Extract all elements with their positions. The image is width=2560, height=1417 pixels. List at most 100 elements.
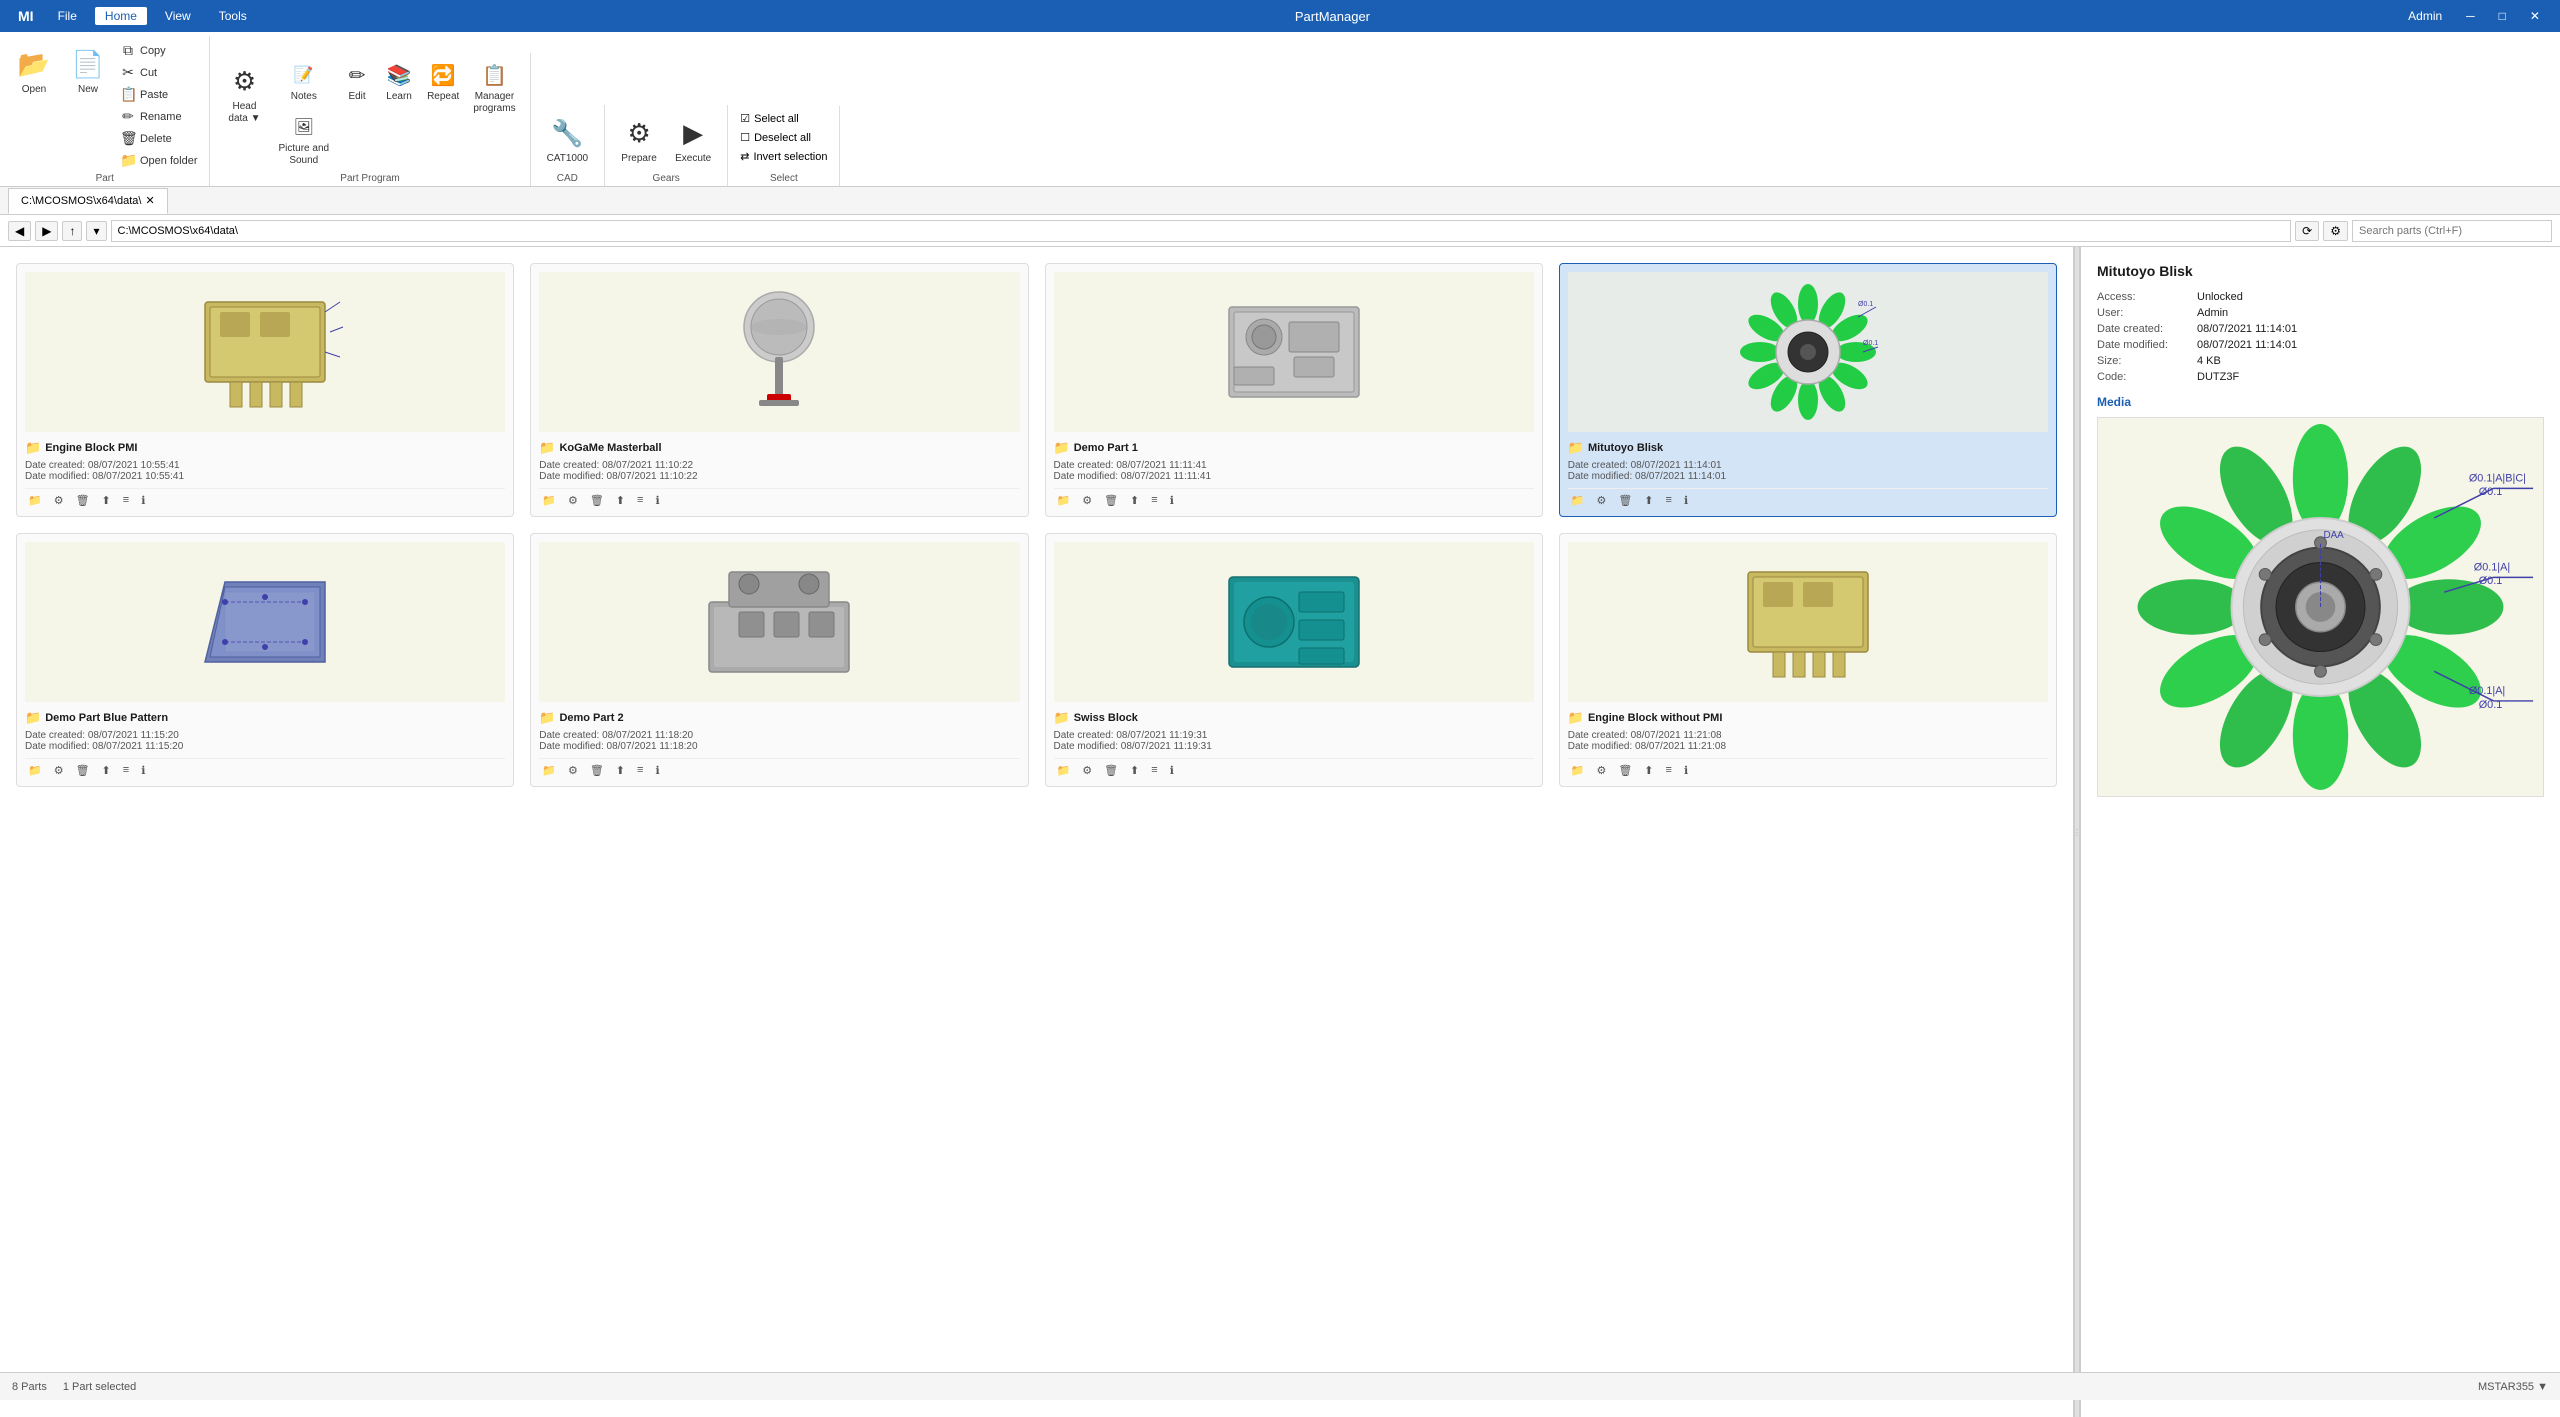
action-delete[interactable]: 🗑 [73,493,93,508]
part-card-mitutoyo-blisk[interactable]: Ø0.1 Ø0.1 📁 Mitutoyo Blisk Date created:… [1559,263,2057,517]
back-button[interactable]: ◀ [8,221,31,241]
action-settings[interactable]: ⚙ [51,493,67,508]
action-delete-d2[interactable]: 🗑 [587,763,607,778]
action-info-mb[interactable]: ℹ [652,493,662,508]
paste-button[interactable]: 📋 Paste [116,84,201,105]
version-label[interactable]: MSTAR355 ▼ [2478,1381,2548,1393]
current-tab[interactable]: C:\MCOSMOS\x64\data\ ✕ [8,188,168,214]
copy-button[interactable]: ⧉ Copy [116,40,201,61]
action-delete-e2[interactable]: 🗑 [1615,763,1635,778]
open-button[interactable]: 📂 Open [8,40,60,102]
action-folder-d1[interactable]: 📁 [1054,493,1074,508]
action-folder-mb[interactable]: 📁 [539,493,559,508]
action-info[interactable]: ℹ [138,493,148,508]
action-info-bl[interactable]: ℹ [1681,493,1691,508]
action-settings-d2[interactable]: ⚙ [565,763,581,778]
forward-button[interactable]: ▶ [35,221,58,241]
action-folder-bl[interactable]: 📁 [1568,493,1588,508]
deselect-all-icon: ☐ [740,131,750,144]
action-export-d2[interactable]: ⬆ [613,763,628,778]
action-settings-mb[interactable]: ⚙ [565,493,581,508]
action-export-mb[interactable]: ⬆ [613,493,628,508]
part-card-engine-without-pmi[interactable]: 📁 Engine Block without PMI Date created:… [1559,533,2057,787]
action-export-bp[interactable]: ⬆ [99,763,114,778]
action-export-bl[interactable]: ⬆ [1641,493,1656,508]
menu-tools[interactable]: Tools [209,7,257,25]
action-delete-mb[interactable]: 🗑 [587,493,607,508]
select-all-button[interactable]: ☑ Select all [736,110,831,127]
action-settings-bp[interactable]: ⚙ [51,763,67,778]
action-more-mb[interactable]: ≡ [634,493,646,508]
menu-home[interactable]: Home [95,7,147,25]
execute-button[interactable]: ▶ Execute [667,109,719,171]
head-data-button[interactable]: ⚙ Headdata ▼ [218,57,270,131]
action-folder-bp[interactable]: 📁 [25,763,45,778]
tab-close-button[interactable]: ✕ [145,194,154,207]
dropdown-button[interactable]: ▾ [86,221,106,241]
action-more-bp[interactable]: ≡ [120,763,132,778]
action-folder[interactable]: 📁 [25,493,45,508]
search-input[interactable] [2352,220,2552,242]
action-delete-bp[interactable]: 🗑 [73,763,93,778]
open-folder-button[interactable]: 📁 Open folder [116,150,201,171]
part-card-kogame-masterball[interactable]: 📁 KoGaMe Masterball Date created: 08/07/… [530,263,1028,517]
cat1000-button[interactable]: 🔧 CAT1000 [539,109,597,171]
maximize-button[interactable]: □ [2491,7,2514,25]
action-more-bl[interactable]: ≡ [1663,493,1675,508]
action-info-sw[interactable]: ℹ [1167,763,1177,778]
address-input[interactable] [111,220,2292,242]
part-card-demo-blue-pattern[interactable]: 📁 Demo Part Blue Pattern Date created: 0… [16,533,514,787]
up-button[interactable]: ↑ [62,221,82,241]
action-delete-sw[interactable]: 🗑 [1101,763,1121,778]
action-settings-d1[interactable]: ⚙ [1079,493,1095,508]
action-folder-sw[interactable]: 📁 [1054,763,1074,778]
action-folder-e2[interactable]: 📁 [1568,763,1588,778]
manager-programs-label: Managerprograms [473,91,515,115]
menu-file[interactable]: File [48,7,87,25]
options-button[interactable]: ⚙ [2323,221,2348,241]
action-export-sw[interactable]: ⬆ [1127,763,1142,778]
parts-panel: 📁 Engine Block PMI Date created: 08/07/2… [0,247,2074,1417]
part-card-engine-block-pmi[interactable]: 📁 Engine Block PMI Date created: 08/07/2… [16,263,514,517]
selected-count: 1 Part selected [63,1381,136,1393]
delete-button[interactable]: 🗑 Delete [116,128,201,149]
action-delete-d1[interactable]: 🗑 [1101,493,1121,508]
deselect-all-button[interactable]: ☐ Deselect all [736,129,831,146]
action-more-d1[interactable]: ≡ [1148,493,1160,508]
part-card-demo-part-1[interactable]: 📁 Demo Part 1 Date created: 08/07/2021 1… [1045,263,1543,517]
notes-button[interactable]: 📝 Notes [272,57,335,107]
action-folder-d2[interactable]: 📁 [539,763,559,778]
action-settings-e2[interactable]: ⚙ [1593,763,1609,778]
invert-selection-button[interactable]: ⇄ Invert selection [736,148,831,165]
refresh-button[interactable]: ⟳ [2295,221,2319,241]
learn-button[interactable]: 📚 Learn [379,57,419,107]
cut-button[interactable]: ✂ Cut [116,62,201,83]
action-more-e2[interactable]: ≡ [1663,763,1675,778]
action-settings-sw[interactable]: ⚙ [1079,763,1095,778]
action-export-e2[interactable]: ⬆ [1641,763,1656,778]
menu-view[interactable]: View [155,7,201,25]
action-settings-bl[interactable]: ⚙ [1593,493,1609,508]
picture-sound-button[interactable]: 🖼 Picture andSound [272,109,335,171]
action-info-d1[interactable]: ℹ [1167,493,1177,508]
action-info-d2[interactable]: ℹ [652,763,662,778]
action-info-e2[interactable]: ℹ [1681,763,1691,778]
manager-programs-button[interactable]: 📋 Managerprograms [467,57,521,119]
minimize-button[interactable]: ─ [2458,7,2483,25]
action-more-sw[interactable]: ≡ [1148,763,1160,778]
part-card-swiss-block[interactable]: 📁 Swiss Block Date created: 08/07/2021 1… [1045,533,1543,787]
rename-button[interactable]: ✏ Rename [116,106,201,127]
edit-button[interactable]: ✏ Edit [337,57,377,107]
close-button[interactable]: ✕ [2522,7,2548,25]
svg-text:Ø0.1: Ø0.1 [2479,575,2503,587]
action-more[interactable]: ≡ [120,493,132,508]
prepare-button[interactable]: ⚙ Prepare [613,109,665,171]
action-export-d1[interactable]: ⬆ [1127,493,1142,508]
action-info-bp[interactable]: ℹ [138,763,148,778]
action-delete-bl[interactable]: 🗑 [1615,493,1635,508]
repeat-button[interactable]: 🔁 Repeat [421,57,465,107]
new-button[interactable]: 📄 New [62,40,114,102]
action-export[interactable]: ⬆ [99,493,114,508]
part-card-demo-part-2[interactable]: 📁 Demo Part 2 Date created: 08/07/2021 1… [530,533,1028,787]
action-more-d2[interactable]: ≡ [634,763,646,778]
